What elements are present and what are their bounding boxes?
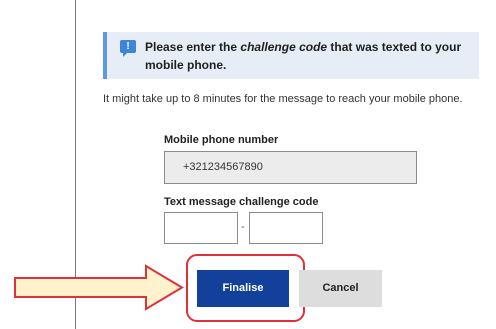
mobile-phone-field: +321234567890 bbox=[164, 151, 417, 184]
challenge-code-input-1[interactable] bbox=[164, 212, 238, 244]
finalise-button[interactable]: Finalise bbox=[197, 270, 289, 307]
challenge-code-label: Text message challenge code bbox=[164, 196, 319, 208]
info-text-start: Please enter the bbox=[145, 40, 241, 54]
info-text-emphasis: challenge code bbox=[240, 40, 328, 54]
info-message-text: Please enter the challenge code that was… bbox=[145, 38, 477, 74]
pointer-arrow-icon bbox=[14, 264, 184, 311]
code-separator: - bbox=[241, 221, 245, 233]
info-icon-glyph: ! bbox=[126, 41, 130, 52]
info-message-box: ! Please enter the challenge code that w… bbox=[103, 32, 479, 79]
challenge-code-input-2[interactable] bbox=[249, 212, 323, 244]
mobile-phone-label: Mobile phone number bbox=[164, 134, 279, 146]
delivery-note: It might take up to 8 minutes for the me… bbox=[103, 93, 463, 105]
info-icon: ! bbox=[120, 40, 136, 57]
cancel-button[interactable]: Cancel bbox=[299, 270, 382, 307]
